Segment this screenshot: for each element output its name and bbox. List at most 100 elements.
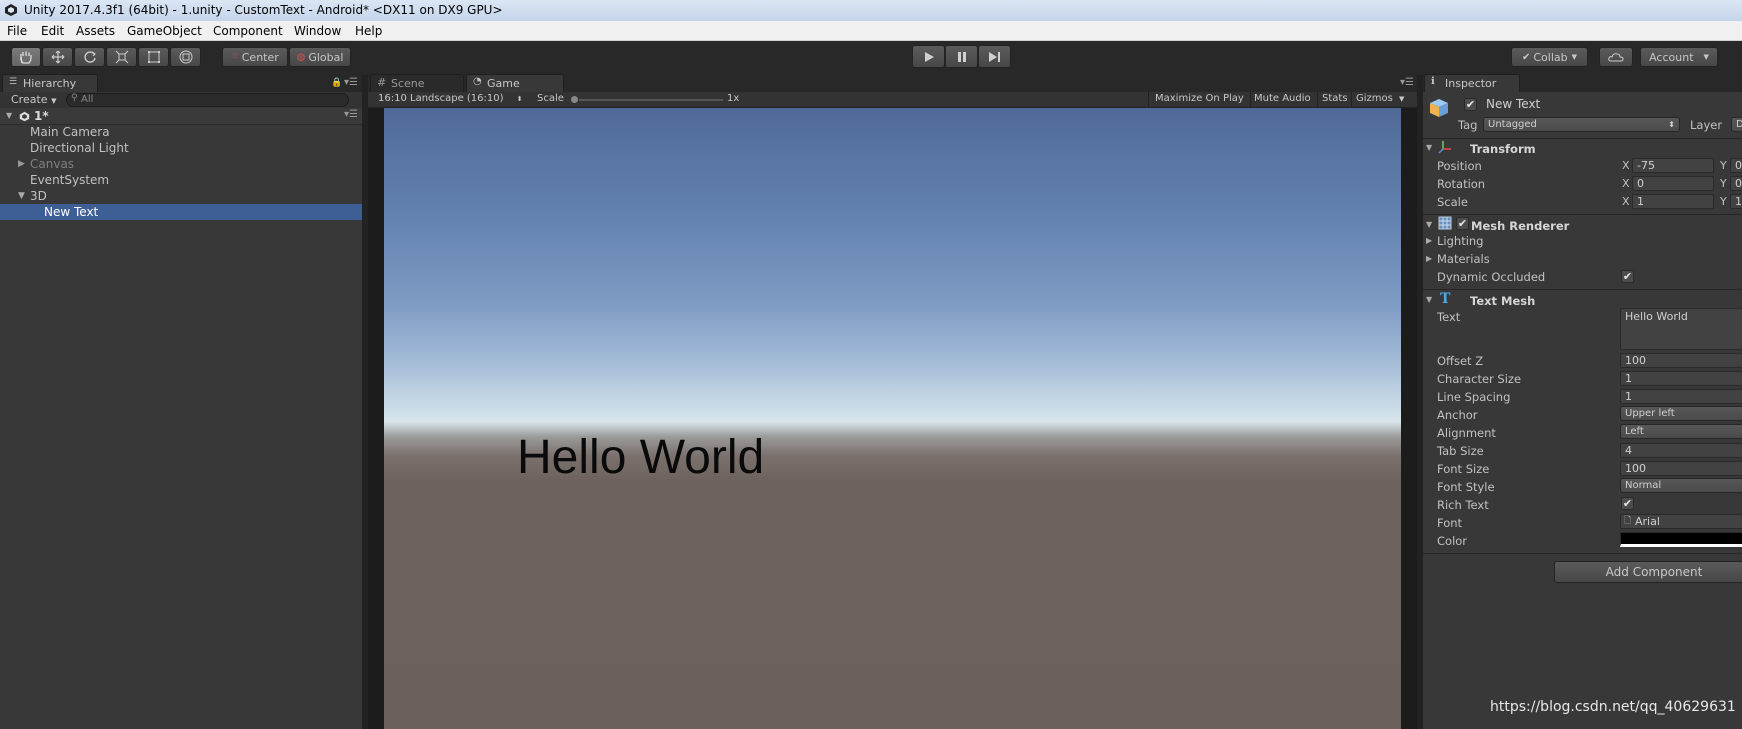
tab-hierarchy[interactable]: ☰ Hierarchy: [2, 74, 98, 92]
rotation-y-input[interactable]: 0: [1730, 176, 1742, 191]
foldout-arrow-icon[interactable]: ▼: [1426, 220, 1432, 229]
menu-component[interactable]: Component: [213, 24, 283, 38]
active-checkbox[interactable]: ✔: [1464, 98, 1477, 111]
scale-x-input[interactable]: 1: [1632, 194, 1714, 209]
panel-menu-icon[interactable]: ▾☰: [1400, 77, 1414, 88]
hierarchy-item-main-camera[interactable]: Main Camera: [0, 124, 362, 140]
tab-scene[interactable]: # Scene: [370, 74, 464, 92]
menu-gameobject[interactable]: GameObject: [127, 24, 202, 38]
rect-tool-button[interactable]: [138, 47, 169, 67]
transform-gizmo-icon: [179, 50, 192, 64]
tab-inspector[interactable]: ℹ Inspector: [1424, 74, 1520, 92]
combined-tool-button[interactable]: [170, 47, 201, 67]
foldout-arrow-icon[interactable]: ▼: [1426, 143, 1432, 152]
rotate-tool-button[interactable]: [74, 47, 105, 67]
menu-window[interactable]: Window: [294, 24, 341, 38]
maximize-on-play-toggle[interactable]: Maximize On Play: [1155, 93, 1244, 104]
object-name-input[interactable]: New Text: [1482, 98, 1742, 113]
scale-label: Scale: [537, 93, 564, 104]
color-swatch[interactable]: [1620, 532, 1742, 547]
dynamic-occluded-checkbox[interactable]: ✔: [1621, 270, 1634, 283]
position-y-input[interactable]: 0: [1730, 158, 1742, 173]
dropdown-arrow-icon: ▼: [51, 97, 57, 105]
pacman-game-icon: ◔: [473, 76, 482, 87]
alignment-dropdown[interactable]: Left: [1620, 424, 1742, 439]
scale-y-input[interactable]: 1: [1730, 194, 1742, 209]
hierarchy-item-eventsystem[interactable]: EventSystem: [0, 172, 362, 188]
lock-icon[interactable]: 🔒: [331, 78, 342, 88]
expand-arrow-icon[interactable]: ▼: [6, 111, 12, 120]
offset-z-label: Offset Z: [1437, 354, 1484, 368]
rotate-icon: [83, 51, 96, 63]
font-size-input[interactable]: 100: [1620, 461, 1742, 476]
scene-menu-icon[interactable]: ▾☰: [344, 109, 358, 120]
tab-game[interactable]: ◔ Game: [466, 74, 564, 92]
line-spacing-input[interactable]: 1: [1620, 389, 1742, 404]
menu-assets[interactable]: Assets: [76, 24, 115, 38]
foldout-arrow-icon[interactable]: ▼: [1426, 295, 1432, 304]
add-component-button[interactable]: Add Component: [1554, 561, 1742, 583]
gizmos-dropdown[interactable]: Gizmos ▼: [1356, 93, 1404, 104]
menu-file[interactable]: File: [7, 24, 27, 38]
create-dropdown[interactable]: Create ▼: [11, 93, 56, 106]
pivot-space-button[interactable]: ◍ Global: [289, 47, 351, 67]
pivot-mode-button[interactable]: ⁙ Center: [222, 47, 288, 67]
grid-icon: #: [377, 76, 387, 89]
cloud-icon: [1608, 53, 1624, 62]
account-button[interactable]: Account ▼: [1640, 47, 1718, 67]
panel-menu-icon[interactable]: ▾☰: [344, 77, 358, 88]
pivot-center-icon: ⁙: [231, 52, 239, 62]
aspect-dropdown[interactable]: 16:10 Landscape (16:10) ⬍: [378, 93, 523, 104]
step-button[interactable]: [978, 45, 1011, 68]
mesh-renderer-title: Mesh Renderer: [1471, 219, 1570, 233]
layer-dropdown[interactable]: D: [1731, 117, 1742, 132]
game-render-surface[interactable]: [384, 108, 1401, 729]
dropdown-arrow-icon: ▼: [1571, 53, 1578, 61]
scale-tool-button[interactable]: [106, 47, 137, 67]
collapse-arrow-icon[interactable]: ▶: [18, 156, 25, 172]
tab-size-input[interactable]: 4: [1620, 443, 1742, 458]
rotation-x-input[interactable]: 0: [1632, 176, 1714, 191]
play-button[interactable]: [912, 45, 945, 68]
expand-arrow-icon[interactable]: ▼: [18, 188, 25, 204]
hierarchy-search-input[interactable]: ⚲ All: [66, 93, 349, 107]
anchor-dropdown[interactable]: Upper left: [1620, 406, 1742, 421]
menu-edit[interactable]: Edit: [41, 24, 64, 38]
transform-title: Transform: [1470, 142, 1536, 156]
font-object-field[interactable]: 🗋 Arial: [1620, 514, 1742, 529]
font-size-label: Font Size: [1437, 462, 1490, 476]
cloud-button[interactable]: [1599, 47, 1633, 67]
checkmark-icon: ✔: [1521, 51, 1531, 63]
move-tool-button[interactable]: [42, 47, 73, 67]
collab-button[interactable]: ✔ Collab ▼: [1511, 47, 1588, 67]
position-x-input[interactable]: -75: [1632, 158, 1714, 173]
offset-z-input[interactable]: 100: [1620, 353, 1742, 368]
hierarchy-item-3d[interactable]: ▼ 3D: [0, 188, 362, 204]
character-size-input[interactable]: 1: [1620, 371, 1742, 386]
separator: [1423, 289, 1742, 290]
font-asset-icon: 🗋: [1624, 516, 1632, 526]
hierarchy-item-directional-light[interactable]: Directional Light: [0, 140, 362, 156]
axis-y-label: Y: [1720, 159, 1727, 172]
scale-slider-thumb[interactable]: [570, 95, 579, 104]
anchor-label: Anchor: [1437, 408, 1478, 422]
lighting-foldout[interactable]: Lighting: [1437, 234, 1483, 248]
stats-toggle[interactable]: Stats: [1322, 93, 1348, 104]
hand-tool-button[interactable]: [11, 47, 41, 67]
mute-audio-toggle[interactable]: Mute Audio: [1254, 93, 1311, 104]
text-textarea[interactable]: Hello World: [1620, 308, 1742, 350]
collapse-arrow-icon[interactable]: ▶: [1426, 254, 1432, 263]
rotation-label: Rotation: [1437, 177, 1486, 191]
collapse-arrow-icon[interactable]: ▶: [1426, 236, 1432, 245]
hierarchy-item-new-text[interactable]: New Text: [0, 204, 362, 220]
materials-foldout[interactable]: Materials: [1437, 252, 1490, 266]
rich-text-checkbox[interactable]: ✔: [1621, 497, 1634, 510]
font-style-dropdown[interactable]: Normal: [1620, 478, 1742, 493]
hierarchy-item-canvas[interactable]: ▶ Canvas: [0, 156, 362, 172]
scale-slider-track[interactable]: [575, 99, 723, 101]
pause-button[interactable]: [945, 45, 978, 68]
menu-help[interactable]: Help: [355, 24, 382, 38]
scene-header-row[interactable]: ▼ 1* ▾☰: [0, 108, 362, 125]
mesh-renderer-enabled-checkbox[interactable]: ✔: [1456, 217, 1469, 230]
tag-dropdown[interactable]: Untagged ⬍: [1483, 117, 1680, 132]
